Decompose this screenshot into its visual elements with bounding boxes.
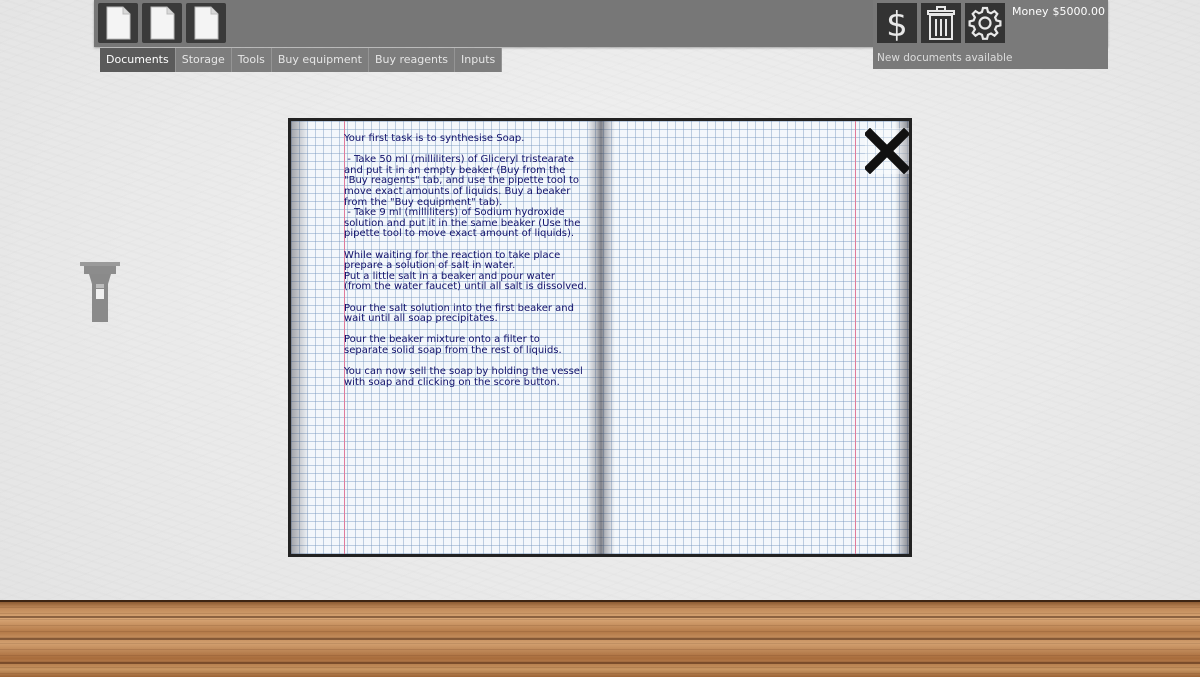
tab-documents[interactable]: Documents bbox=[100, 48, 176, 72]
gear-icon bbox=[968, 6, 1002, 40]
dollar-icon: $ bbox=[886, 5, 908, 41]
notebook-pages: Your first task is to synthesise Soap. -… bbox=[291, 121, 909, 554]
task-instructions: Your first task is to synthesise Soap. -… bbox=[344, 133, 587, 388]
close-icon bbox=[863, 127, 909, 175]
money-value: $5000.00 bbox=[1052, 5, 1105, 18]
water-faucet[interactable] bbox=[80, 262, 120, 324]
settings-button[interactable] bbox=[965, 3, 1005, 43]
document-icon bbox=[194, 6, 219, 40]
table-plank-line bbox=[0, 662, 1200, 664]
table-plank-line bbox=[0, 616, 1200, 618]
margin-line-right bbox=[855, 121, 856, 554]
svg-text:$: $ bbox=[886, 5, 908, 41]
trash-button[interactable] bbox=[921, 3, 961, 43]
tab-bar: Documents Storage Tools Buy equipment Bu… bbox=[100, 48, 503, 72]
tab-inputs[interactable]: Inputs bbox=[455, 48, 503, 72]
wooden-table bbox=[0, 600, 1200, 677]
document-3-button[interactable] bbox=[186, 3, 226, 43]
tab-tools[interactable]: Tools bbox=[231, 48, 272, 72]
page-edge-left bbox=[291, 121, 309, 554]
document-icon bbox=[106, 6, 131, 40]
money-display: Money $5000.00 bbox=[1012, 5, 1105, 18]
tab-storage[interactable]: Storage bbox=[175, 48, 232, 72]
tab-buy-equipment[interactable]: Buy equipment bbox=[271, 48, 369, 72]
table-plank-line bbox=[0, 638, 1200, 640]
sell-score-button[interactable]: $ bbox=[877, 3, 917, 43]
trash-icon bbox=[927, 6, 955, 40]
document-icon bbox=[150, 6, 175, 40]
page-edge-right bbox=[895, 121, 909, 554]
money-label: Money bbox=[1012, 5, 1049, 18]
document-notebook: Your first task is to synthesise Soap. -… bbox=[288, 118, 912, 557]
new-documents-notice: New documents available bbox=[877, 52, 1013, 64]
faucet-icon bbox=[80, 262, 120, 322]
tab-buy-reagents[interactable]: Buy reagents bbox=[368, 48, 456, 72]
document-2-button[interactable] bbox=[142, 3, 182, 43]
document-1-button[interactable] bbox=[98, 3, 138, 43]
close-document-button[interactable] bbox=[863, 127, 909, 175]
